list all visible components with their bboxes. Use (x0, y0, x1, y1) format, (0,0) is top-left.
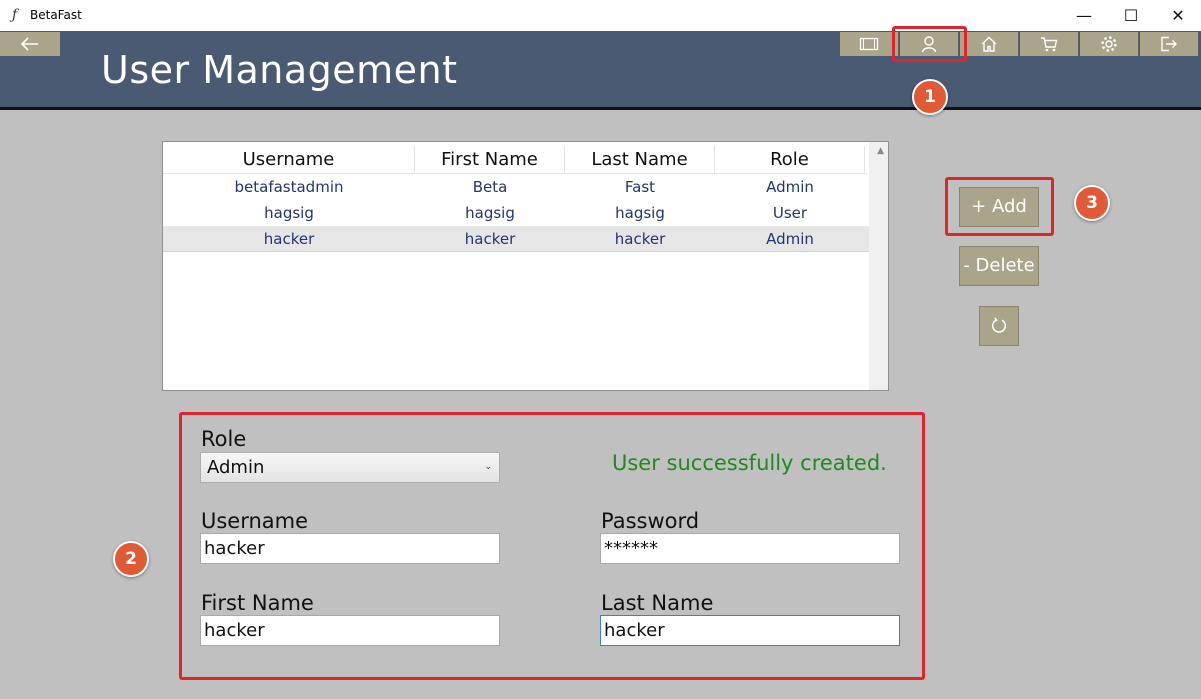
column-header-first-name[interactable]: First Name (415, 146, 565, 174)
window-title: BetaFast (30, 8, 82, 22)
close-button[interactable]: ✕ (1155, 0, 1201, 31)
scroll-up-icon[interactable]: ▲ (877, 146, 884, 156)
cell-last-name: hacker (614, 230, 666, 248)
cell-role: User (772, 204, 808, 222)
delete-user-button[interactable]: - Delete (959, 246, 1039, 286)
step-badge-3: 3 (1074, 185, 1110, 221)
cell-first-name: Beta (472, 178, 508, 196)
refresh-button[interactable] (979, 306, 1019, 346)
logout-icon (1161, 36, 1177, 52)
cell-first-name: hacker (464, 230, 516, 248)
table-row[interactable]: hagsig hagsig hagsig User (163, 200, 869, 226)
column-header-username[interactable]: Username (163, 146, 415, 174)
nav-movies-button[interactable] (840, 32, 899, 56)
film-icon (859, 37, 879, 51)
highlight-box-add (945, 177, 1054, 236)
cell-role: Admin (766, 178, 814, 196)
highlight-box-users-nav (892, 26, 967, 62)
header-divider (0, 107, 1201, 110)
step-badge-1: 1 (912, 79, 948, 115)
arrow-left-icon (20, 37, 38, 51)
back-button[interactable] (0, 32, 60, 56)
minimize-button[interactable]: — (1061, 0, 1107, 31)
maximize-button[interactable]: ☐ (1108, 0, 1154, 31)
table-row-selected[interactable]: hacker hacker hacker Admin (163, 226, 869, 252)
page-title: User Management (101, 48, 458, 92)
cart-icon (1041, 37, 1058, 52)
table-scrollbar[interactable]: ▲ (869, 142, 888, 390)
nav-cart-button[interactable] (1020, 32, 1079, 56)
cell-role: Admin (766, 230, 814, 248)
cell-first-name: hagsig (465, 204, 515, 222)
nav-settings-button[interactable] (1080, 32, 1139, 56)
cell-username: hagsig (264, 204, 314, 222)
highlight-box-form (179, 412, 925, 680)
column-header-role[interactable]: Role (715, 146, 865, 174)
users-table[interactable]: Username First Name Last Name Role betaf… (162, 141, 889, 391)
cell-last-name: hagsig (615, 204, 665, 222)
cell-username: betafastadmin (234, 178, 344, 196)
table-header: Username First Name Last Name Role (163, 146, 867, 174)
table-row[interactable]: betafastadmin Beta Fast Admin (163, 174, 869, 200)
app-logo-icon: ƒ (12, 7, 18, 23)
cell-username: hacker (263, 230, 315, 248)
step-badge-2: 2 (113, 541, 149, 577)
title-bar: ƒ BetaFast — ☐ ✕ (0, 0, 1201, 31)
refresh-icon (991, 317, 1007, 333)
nav-home-button[interactable] (960, 32, 1019, 56)
home-icon (981, 36, 997, 52)
gear-icon (1101, 36, 1117, 52)
cell-last-name: Fast (624, 178, 656, 196)
nav-logout-button[interactable] (1140, 32, 1199, 56)
column-header-last-name[interactable]: Last Name (565, 146, 715, 174)
